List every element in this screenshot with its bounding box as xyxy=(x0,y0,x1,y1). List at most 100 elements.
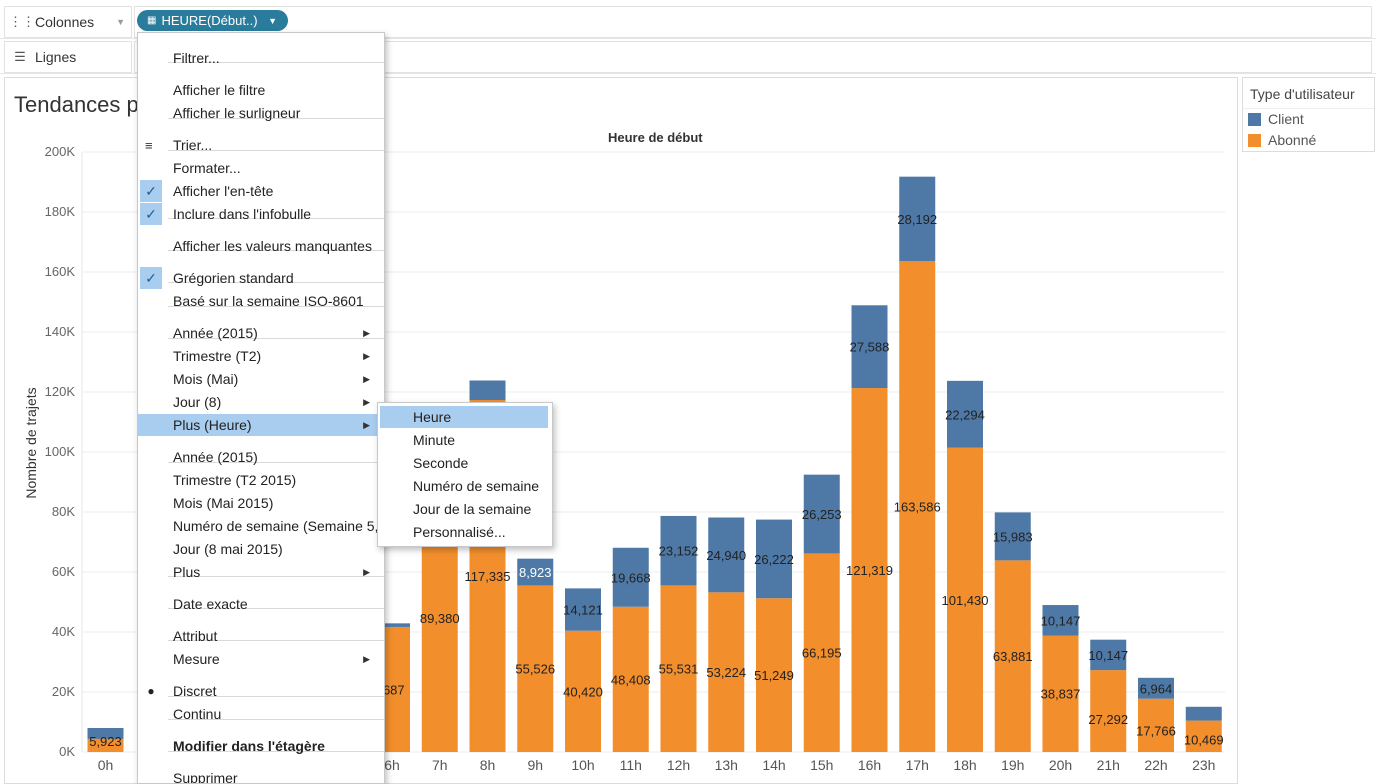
menu-item-label: Afficher l'en-tête xyxy=(173,183,274,199)
legend-title: Type d'utilisateur xyxy=(1250,86,1355,102)
y-tick-label: 40K xyxy=(52,624,75,639)
menu-item[interactable]: ● Discret xyxy=(138,680,384,702)
x-tick-label: 8h xyxy=(480,757,496,773)
menu-item-label: Supprimer xyxy=(173,770,238,784)
menu-item-label: Discret xyxy=(173,683,217,699)
legend-swatch-client xyxy=(1248,112,1261,126)
data-label-client: 28,192 xyxy=(897,212,937,227)
menu-item[interactable]: Jour (8) ▶ xyxy=(138,391,384,413)
submenu-item-label: Personnalisé... xyxy=(413,524,506,540)
menu-item[interactable]: Afficher le filtre xyxy=(138,79,384,101)
menu-item-label: Inclure dans l'infobulle xyxy=(173,206,312,222)
submenu-arrow-icon: ▶ xyxy=(363,653,370,664)
menu-item[interactable]: Afficher les valeurs manquantes xyxy=(138,235,384,257)
data-label-client: 10,147 xyxy=(1041,613,1081,628)
submenu-item[interactable]: Jour de la semaine xyxy=(380,498,548,520)
legend-item-abonne[interactable]: Abonné xyxy=(1248,132,1316,148)
legend: Type d'utilisateur Client Abonné xyxy=(1242,77,1375,152)
menu-item-label: Afficher les valeurs manquantes xyxy=(173,238,372,254)
data-label-abonne: 89,380 xyxy=(420,611,460,626)
submenu-item-label: Jour de la semaine xyxy=(413,501,532,517)
menu-item[interactable]: Jour (8 mai 2015) xyxy=(138,538,384,560)
data-label-abonne: 121,319 xyxy=(846,563,893,578)
data-label-client: 8,923 xyxy=(519,565,552,580)
menu-item[interactable]: Plus (Heure) ▶ xyxy=(138,414,384,436)
menu-item[interactable]: Attribut xyxy=(138,625,384,647)
menu-item[interactable]: Mois (Mai) ▶ xyxy=(138,368,384,390)
menu-item[interactable]: Formater... xyxy=(138,157,384,179)
menu-item-label: Mois (Mai 2015) xyxy=(173,495,274,511)
menu-item[interactable]: Supprimer xyxy=(138,767,384,784)
submenu-item[interactable]: Seconde xyxy=(380,452,548,474)
plus-submenu: Heure Minute Seconde Numéro de semaine Jour … xyxy=(377,402,553,547)
submenu-item[interactable]: Numéro de semaine xyxy=(380,475,548,497)
sort-icon: ≡ xyxy=(145,137,153,153)
submenu-item[interactable]: Heure xyxy=(380,406,548,428)
menu-item[interactable]: Date exacte xyxy=(138,593,384,615)
menu-item[interactable]: Modifier dans l'étagère xyxy=(138,735,384,757)
submenu-item[interactable]: Minute xyxy=(380,429,548,451)
data-label-abonne: 51,249 xyxy=(754,668,794,683)
legend-item-client[interactable]: Client xyxy=(1248,111,1304,127)
menu-item[interactable]: Plus ▶ xyxy=(138,561,384,583)
menu-item-label: Formater... xyxy=(173,160,241,176)
y-tick-label: 140K xyxy=(45,324,76,339)
x-tick-label: 12h xyxy=(667,757,690,773)
x-tick-label: 21h xyxy=(1097,757,1120,773)
menu-item-label: Mesure xyxy=(173,651,220,667)
y-tick-label: 120K xyxy=(45,384,76,399)
submenu-item-label: Minute xyxy=(413,432,456,448)
data-label-abonne: 5,923 xyxy=(89,734,122,749)
data-label-client: 23,152 xyxy=(659,544,699,559)
y-tick-label: 160K xyxy=(45,264,76,279)
menu-item[interactable]: Basé sur la semaine ISO-8601 xyxy=(138,290,384,312)
x-tick-label: 7h xyxy=(432,757,448,773)
submenu-arrow-icon: ▶ xyxy=(363,327,370,338)
menu-item[interactable]: ✓ Grégorien standard xyxy=(138,267,384,289)
menu-item[interactable]: Année (2015) ▶ xyxy=(138,322,384,344)
x-tick-label: 13h xyxy=(715,757,738,773)
data-label-client: 26,253 xyxy=(802,507,842,522)
menu-item[interactable]: Continu xyxy=(138,703,384,725)
menu-item-label: Plus (Heure) xyxy=(173,417,252,433)
menu-item[interactable]: ≡ Trier... xyxy=(138,134,384,156)
x-tick-label: 14h xyxy=(762,757,785,773)
menu-item[interactable]: ✓ Afficher l'en-tête xyxy=(138,180,384,202)
menu-item-label: Filtrer... xyxy=(173,50,220,66)
y-tick-label: 80K xyxy=(52,504,75,519)
data-label-abonne: 66,195 xyxy=(802,646,842,661)
menu-item-label: Basé sur la semaine ISO-8601 xyxy=(173,293,364,309)
data-label-abonne: 27,292 xyxy=(1088,712,1128,727)
menu-item-label: Trimestre (T2 2015) xyxy=(173,472,297,488)
data-label-abonne: 55,531 xyxy=(659,662,699,677)
submenu-item[interactable]: Personnalisé... xyxy=(380,521,548,543)
menu-item[interactable]: Année (2015) xyxy=(138,446,384,468)
menu-item-label: Jour (8 mai 2015) xyxy=(173,541,283,557)
data-label-abonne: 117,335 xyxy=(464,569,510,584)
menu-item[interactable]: Trimestre (T2 2015) xyxy=(138,469,384,491)
x-tick-label: 9h xyxy=(527,757,543,773)
menu-item-label: Trimestre (T2) xyxy=(173,348,262,364)
menu-item[interactable]: Mesure ▶ xyxy=(138,648,384,670)
bar-client xyxy=(1185,706,1222,721)
menu-item-label: Année (2015) xyxy=(173,449,258,465)
x-tick-label: 17h xyxy=(906,757,929,773)
legend-swatch-abonne xyxy=(1248,133,1261,147)
y-tick-label: 60K xyxy=(52,564,75,579)
x-tick-label: 18h xyxy=(953,757,976,773)
data-label-abonne: 48,408 xyxy=(611,672,651,687)
menu-item[interactable]: Afficher le surligneur xyxy=(138,102,384,124)
menu-item[interactable]: ✓ Inclure dans l'infobulle xyxy=(138,203,384,225)
x-tick-label: 0h xyxy=(98,757,114,773)
menu-item-label: Numéro de semaine (Semaine 5, 20 xyxy=(173,518,385,534)
menu-item[interactable]: Trimestre (T2) ▶ xyxy=(138,345,384,367)
menu-item-label: Mois (Mai) xyxy=(173,371,239,387)
menu-item-label: Afficher le filtre xyxy=(173,82,266,98)
bar-client xyxy=(469,380,506,400)
data-label-abonne: 40,420 xyxy=(563,684,603,699)
menu-item[interactable]: Numéro de semaine (Semaine 5, 20 xyxy=(138,515,384,537)
menu-item[interactable]: Mois (Mai 2015) xyxy=(138,492,384,514)
menu-item[interactable]: Filtrer... xyxy=(138,47,384,69)
menu-item-label: Modifier dans l'étagère xyxy=(173,738,325,754)
menu-item-label: Continu xyxy=(173,706,222,722)
